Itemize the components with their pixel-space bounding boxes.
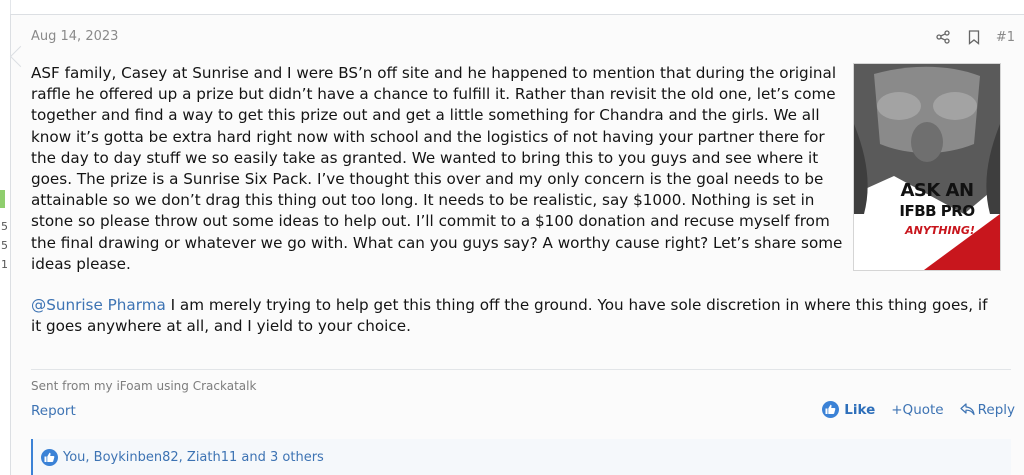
stat-digit: 1	[1, 258, 8, 271]
reply-icon	[960, 403, 975, 416]
bookmark-icon[interactable]	[965, 28, 983, 46]
ad-line-3: ANYTHING!	[905, 224, 975, 237]
thumbs-up-icon	[822, 401, 840, 418]
post-paragraph-2-text: I am merely trying to help get this thin…	[31, 296, 988, 336]
share-icon[interactable]	[934, 28, 952, 46]
stat-digit: 5	[1, 239, 8, 252]
ad-line-2: IFBB PRO	[899, 202, 975, 220]
post-signature: Sent from my iFoam using Crackatalk	[31, 369, 1011, 393]
post-paragraph-2: @Sunrise Pharma I am merely trying to he…	[31, 295, 1001, 337]
post-header-actions: #1	[921, 27, 1015, 47]
post-date[interactable]: Aug 14, 2023	[31, 29, 118, 44]
quote-label: +Quote	[891, 401, 944, 418]
reactions-bar: You, Boykinben82, Ziath11 and 3 others	[31, 439, 1011, 475]
thumbs-up-icon	[41, 448, 58, 466]
ask-ifbb-pro-banner-image[interactable]: ASK AN IFBB PRO ANYTHING!	[853, 63, 1001, 271]
forum-post: Aug 14, 2023 #1 ASK AN IFBB PRO ANYTHING…	[9, 14, 1024, 475]
post-pointer-arrow	[9, 45, 32, 68]
stat-digit: 5	[1, 220, 8, 233]
quote-button[interactable]: +Quote	[891, 402, 943, 418]
like-label: Like	[844, 401, 876, 418]
reply-label: Reply	[977, 401, 1015, 418]
post-number[interactable]: #1	[996, 30, 1015, 45]
ad-line-1: ASK AN	[900, 180, 974, 201]
like-button[interactable]: Like	[822, 401, 875, 418]
post-footer-actions: Like +Quote Reply	[806, 401, 1015, 418]
reply-button[interactable]: Reply	[960, 402, 1015, 418]
reactions-list-link[interactable]: You, Boykinben82, Ziath11 and 3 others	[63, 450, 324, 465]
post-content: ASK AN IFBB PRO ANYTHING! ASF family, Ca…	[31, 63, 1001, 337]
report-link[interactable]: Report	[31, 403, 76, 419]
user-mention-link[interactable]: @Sunrise Pharma	[31, 296, 166, 314]
ad-artwork	[854, 64, 1000, 270]
online-indicator	[0, 190, 5, 208]
